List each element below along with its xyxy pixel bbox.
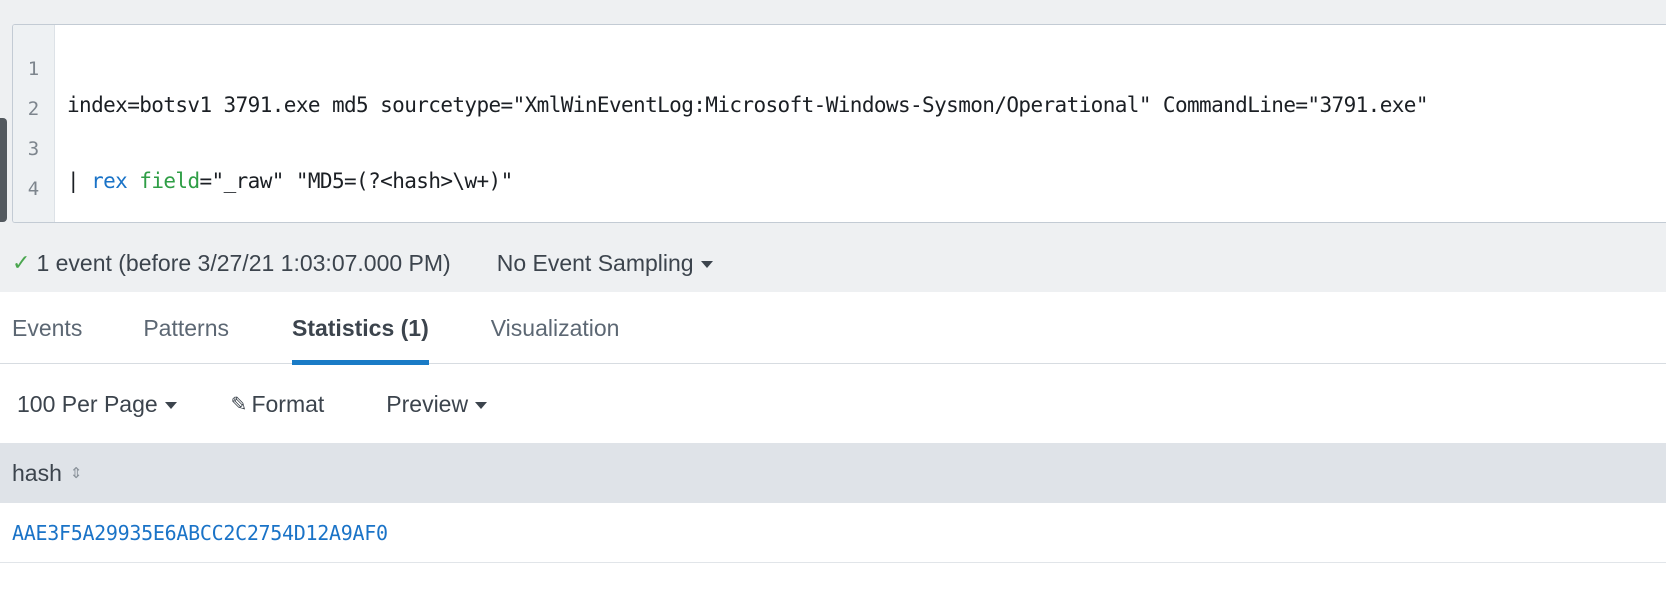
query-line-1: index=botsv1 3791.exe md5 sourcetype="Xm… xyxy=(67,85,1428,125)
line-number: 3 xyxy=(27,138,40,160)
table-header: hash ⇕ xyxy=(0,443,1666,503)
tab-visualization[interactable]: Visualization xyxy=(491,292,620,364)
caret-down-icon xyxy=(700,260,713,268)
resize-handle[interactable] xyxy=(0,118,7,222)
format-label: Format xyxy=(251,390,325,417)
preview-dropdown[interactable]: Preview xyxy=(386,390,488,418)
column-header-hash[interactable]: hash ⇕ xyxy=(12,460,82,487)
pipe-token: | xyxy=(67,169,92,193)
query-line-2: | rex field="_raw" "MD5=(?<hash>\w+)" xyxy=(67,161,1428,201)
command-rex: rex xyxy=(91,169,128,193)
format-button[interactable]: ✎ Format xyxy=(231,391,325,418)
line-number: 2 xyxy=(27,98,40,120)
event-sampling-label: No Event Sampling xyxy=(496,249,694,276)
column-header-label: hash xyxy=(12,459,62,486)
search-editor[interactable]: 1 2 3 4 index=botsv1 3791.exe md5 source… xyxy=(12,24,1666,223)
results-panel: Events Patterns Statistics (1) Visualiza… xyxy=(0,292,1666,604)
search-query-text[interactable]: index=botsv1 3791.exe md5 sourcetype="Xm… xyxy=(55,25,1428,222)
rex-arguments: ="_raw" "MD5=(?<hash>\w+)" xyxy=(199,169,514,193)
results-tabs: Events Patterns Statistics (1) Visualiza… xyxy=(0,292,1666,365)
event-sampling-dropdown[interactable]: No Event Sampling xyxy=(497,250,713,277)
table-row: AAE3F5A29935E6ABCC2C2754D12A9AF0 xyxy=(0,503,1666,563)
search-status-bar: ✓ 1 event (before 3/27/21 1:03:07.000 PM… xyxy=(0,234,1666,292)
line-number: 1 xyxy=(27,58,40,80)
results-toolbar: 100 Per Page ✎ Format Preview xyxy=(0,365,1666,443)
query-base-search: index=botsv1 3791.exe md5 sourcetype="Xm… xyxy=(67,93,1428,117)
caret-down-icon xyxy=(164,401,177,409)
line-number-gutter: 1 2 3 4 xyxy=(13,25,55,222)
preview-label: Preview xyxy=(386,390,469,417)
line-number: 4 xyxy=(27,178,40,200)
argument-field: field xyxy=(139,169,200,193)
per-page-dropdown[interactable]: 100 Per Page xyxy=(17,391,177,418)
per-page-label: 100 Per Page xyxy=(17,390,158,417)
check-icon: ✓ xyxy=(12,250,31,275)
event-count-text: 1 event (before 3/27/21 1:03:07.000 PM) xyxy=(36,249,451,276)
caret-down-icon xyxy=(475,401,488,409)
tab-statistics[interactable]: Statistics (1) xyxy=(291,292,429,365)
tab-patterns[interactable]: Patterns xyxy=(143,292,229,364)
sort-icon[interactable]: ⇕ xyxy=(70,466,83,481)
hash-cell[interactable]: AAE3F5A29935E6ABCC2C2754D12A9AF0 xyxy=(12,521,388,545)
pencil-icon: ✎ xyxy=(230,393,248,416)
tab-events[interactable]: Events xyxy=(12,292,82,364)
